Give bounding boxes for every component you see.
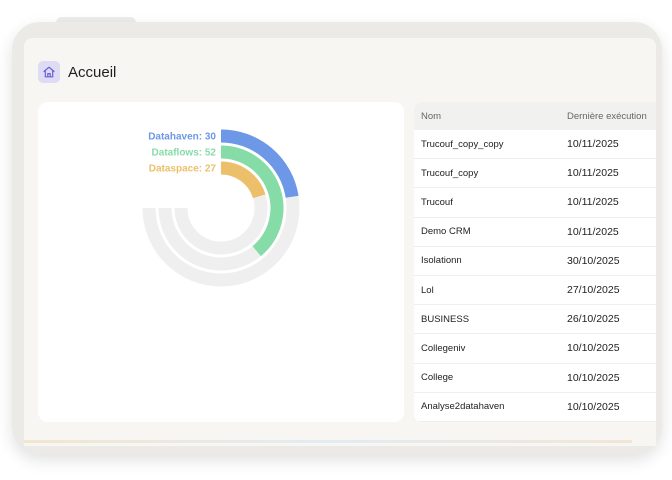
table-row[interactable]: Collegeniv 10/10/2025 xyxy=(414,334,656,364)
table-row[interactable]: College 10/10/2025 xyxy=(414,364,656,393)
app-screen: Accueil Datahaven: 30 Dataflows: 52 Datasp… xyxy=(24,38,656,446)
row-last-run: 10/11/2025 xyxy=(567,138,619,151)
row-last-run: 10/11/2025 xyxy=(567,196,619,209)
column-header-name[interactable]: Nom xyxy=(414,111,559,122)
table-row[interactable]: Analyse2datahaven 10/10/2025 xyxy=(414,393,656,422)
table-row[interactable]: BUSINESS 26/10/2025 xyxy=(414,305,656,335)
table-row[interactable]: Demo CRM 10/11/2025 xyxy=(414,218,656,247)
page-header: Accueil xyxy=(38,60,116,84)
row-last-run: 10/11/2025 xyxy=(567,167,619,180)
bar-dataspace[interactable] xyxy=(220,161,266,199)
row-last-run: 10/10/2025 xyxy=(567,400,620,413)
table-row[interactable]: Trucouf_copy 10/11/2025 xyxy=(414,159,656,189)
row-name: Lol xyxy=(421,284,434,296)
chart-card: Datahaven: 30 Dataflows: 52 Dataspace: 27 xyxy=(38,102,404,422)
row-name: Demo CRM xyxy=(421,226,471,238)
home-button[interactable] xyxy=(38,61,60,83)
row-name: Trucouf_copy xyxy=(421,167,479,179)
row-last-run: 30/10/2025 xyxy=(567,254,620,267)
row-last-run: 10/10/2025 xyxy=(567,342,620,355)
row-last-run: 10/10/2025 xyxy=(567,371,620,384)
row-name: Trucouf xyxy=(421,196,453,208)
label-dataflows: Dataflows: 52 xyxy=(152,148,217,159)
table-header: Nom Dernière exécution xyxy=(414,102,656,130)
table-row[interactable]: Isolationn 30/10/2025 xyxy=(414,247,656,276)
bottom-gradient-bar xyxy=(24,440,632,443)
row-last-run: 26/10/2025 xyxy=(567,313,620,326)
row-name: Isolationn xyxy=(421,255,462,267)
column-header-last-run[interactable]: Dernière exécution xyxy=(559,111,656,122)
label-datahaven: Datahaven: 30 xyxy=(148,132,216,143)
row-name: Trucouf_copy_copy xyxy=(421,138,504,150)
row-last-run: 27/10/2025 xyxy=(567,284,620,297)
row-name: Collegeniv xyxy=(421,342,466,354)
radial-bar-chart: Datahaven: 30 Dataflows: 52 Dataspace: 27 xyxy=(142,129,300,287)
row-name: College xyxy=(421,372,454,384)
row-last-run: 10/11/2025 xyxy=(567,225,619,238)
row-name: Analyse2datahaven xyxy=(421,401,505,413)
table-row[interactable]: Lol 27/10/2025 xyxy=(414,276,656,306)
label-dataspace: Dataspace: 27 xyxy=(149,164,217,175)
page-title: Accueil xyxy=(68,63,117,81)
table-row[interactable]: Trucouf 10/11/2025 xyxy=(414,188,656,218)
row-name: BUSINESS xyxy=(421,313,470,325)
home-icon xyxy=(43,66,55,78)
table-body: Trucouf_copy_copy 10/11/2025 Trucouf_copy 1… xyxy=(414,130,656,422)
pipelines-table: Nom Dernière exécution Trucouf_copy_copy… xyxy=(414,102,656,422)
table-row[interactable]: Trucouf_copy_copy 10/11/2025 xyxy=(414,130,656,160)
